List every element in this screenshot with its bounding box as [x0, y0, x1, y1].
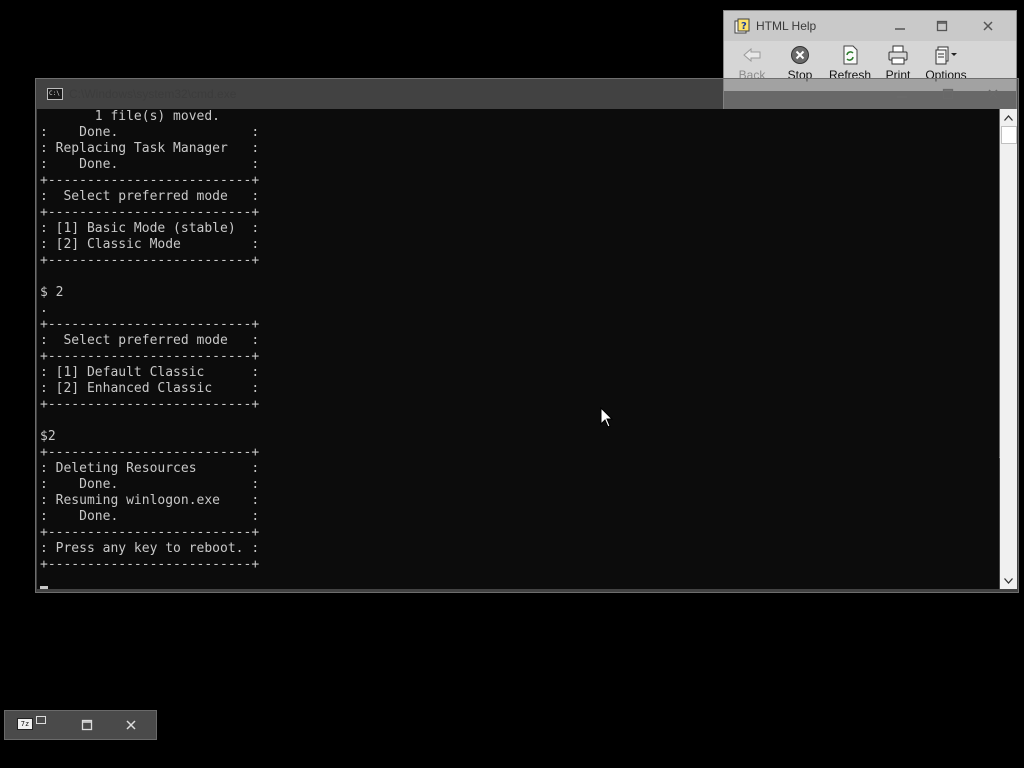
minimize-icon: [895, 28, 905, 30]
close-icon: [126, 720, 136, 730]
console-icon: C:\: [47, 88, 63, 100]
help-icon: ?: [734, 18, 750, 34]
console-output[interactable]: 1 file(s) moved. : Done. : : Replacing T…: [37, 109, 999, 589]
maximize-button[interactable]: [922, 14, 962, 38]
mouse-pointer-icon: [600, 407, 614, 428]
vertical-scrollbar[interactable]: [1000, 109, 1017, 589]
stop-button[interactable]: Stop: [776, 44, 824, 82]
svg-text:?: ?: [741, 21, 747, 32]
stop-icon: [791, 46, 809, 64]
html-help-titlebar[interactable]: ? HTML Help: [724, 11, 1016, 41]
close-button[interactable]: [973, 82, 1013, 106]
archive-app-icon: 7z: [17, 718, 33, 730]
cmd-window[interactable]: C:\ C:\Windows\system32\cmd.exe 1 file(s…: [35, 78, 1019, 593]
window-title: HTML Help: [756, 19, 817, 33]
cmd-titlebar[interactable]: C:\ C:\Windows\system32\cmd.exe: [36, 79, 1018, 109]
back-button[interactable]: Back: [728, 44, 776, 82]
console-text: 1 file(s) moved. : Done. : : Replacing T…: [40, 109, 260, 572]
restore-icon[interactable]: [35, 715, 47, 725]
text-cursor: [40, 586, 48, 589]
options-icon: [935, 46, 957, 65]
refresh-icon: [843, 45, 858, 65]
close-button[interactable]: [968, 14, 1008, 38]
maximize-button[interactable]: [67, 713, 107, 737]
minimize-icon: [897, 96, 907, 98]
maximize-icon: [942, 88, 954, 100]
minimized-window[interactable]: 7z: [4, 710, 157, 740]
chevron-up-icon: [1004, 114, 1013, 121]
window-title: C:\Windows\system32\cmd.exe: [69, 87, 237, 101]
scroll-thumb[interactable]: [1001, 126, 1017, 144]
maximize-icon: [81, 719, 93, 731]
close-icon: [988, 89, 998, 99]
print-button[interactable]: Print: [874, 44, 922, 82]
chevron-down-icon: [1004, 577, 1013, 584]
close-icon: [983, 21, 993, 31]
scroll-down-button[interactable]: [1000, 572, 1017, 589]
print-icon: [888, 45, 908, 65]
minimize-button[interactable]: [882, 82, 922, 106]
back-arrow-icon: [743, 47, 761, 63]
refresh-button[interactable]: Refresh: [826, 44, 874, 82]
maximize-button[interactable]: [928, 82, 968, 106]
options-button[interactable]: Options: [922, 44, 970, 82]
minimize-button[interactable]: [880, 14, 920, 38]
close-button[interactable]: [111, 713, 151, 737]
scroll-up-button[interactable]: [1000, 109, 1017, 126]
maximize-icon: [936, 20, 948, 32]
